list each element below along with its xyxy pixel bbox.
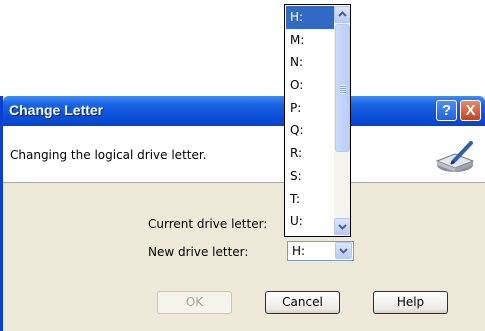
header-text: Changing the logical drive letter. bbox=[10, 148, 207, 162]
dialog-title: Change Letter bbox=[9, 102, 104, 118]
scroll-thumb[interactable] bbox=[335, 24, 350, 152]
drive-letter-dropdown[interactable]: H: M: N: O: P: Q: R: S: T: U: bbox=[284, 4, 351, 237]
combo-value: H: bbox=[292, 244, 306, 258]
scroll-grip bbox=[340, 85, 346, 94]
scroll-up-button[interactable] bbox=[334, 6, 350, 23]
list-item[interactable]: M: bbox=[286, 29, 334, 52]
list-item[interactable]: U: bbox=[286, 210, 334, 233]
title-bar[interactable]: Change Letter ? X bbox=[3, 96, 485, 126]
list-item[interactable]: O: bbox=[286, 74, 334, 97]
change-letter-dialog: Change Letter ? X Changing the logical d… bbox=[0, 96, 485, 331]
scroll-down-icon bbox=[338, 224, 347, 230]
scroll-up-icon bbox=[338, 11, 347, 17]
help-icon: ? bbox=[441, 102, 452, 119]
cancel-button[interactable]: Cancel bbox=[265, 291, 340, 314]
combo-arrow-icon bbox=[339, 248, 348, 254]
drive-pen-icon bbox=[435, 139, 477, 175]
list-item[interactable]: N: bbox=[286, 51, 334, 74]
list-item[interactable]: S: bbox=[286, 165, 334, 188]
help-title-button[interactable]: ? bbox=[436, 100, 457, 121]
list-item[interactable]: T: bbox=[286, 188, 334, 211]
scroll-down-button[interactable] bbox=[334, 218, 350, 235]
combo-arrow-button[interactable] bbox=[335, 242, 352, 259]
ok-button[interactable]: OK bbox=[157, 291, 232, 314]
list-item[interactable]: H: bbox=[286, 6, 334, 29]
new-drive-label: New drive letter: bbox=[148, 245, 249, 259]
ok-label: OK bbox=[185, 295, 204, 309]
dropdown-scrollbar[interactable] bbox=[334, 6, 350, 235]
new-drive-combo[interactable]: H: bbox=[287, 241, 354, 261]
list-item[interactable]: P: bbox=[286, 97, 334, 120]
drive-letter-list: H: M: N: O: P: Q: R: S: T: U: bbox=[286, 6, 334, 233]
help-label: Help bbox=[396, 295, 425, 309]
close-title-button[interactable]: X bbox=[460, 100, 481, 121]
list-item[interactable]: Q: bbox=[286, 119, 334, 142]
close-icon: X bbox=[465, 102, 476, 119]
cancel-label: Cancel bbox=[282, 295, 323, 309]
dialog-header: Changing the logical drive letter. bbox=[3, 126, 485, 183]
help-button[interactable]: Help bbox=[373, 291, 448, 314]
list-item[interactable]: R: bbox=[286, 142, 334, 165]
current-drive-label: Current drive letter: bbox=[148, 217, 268, 231]
